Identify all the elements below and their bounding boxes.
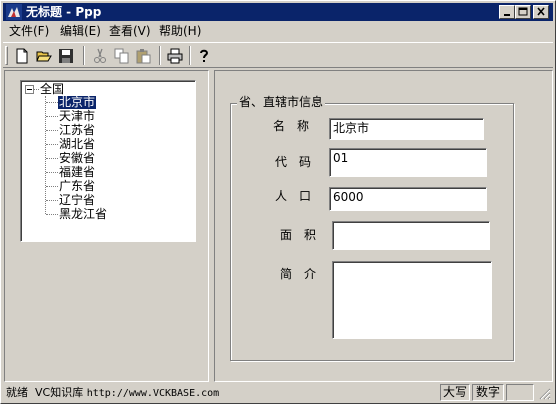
tree-item[interactable]: 安徽省 — [58, 152, 96, 165]
tree-item[interactable]: 北京市 — [58, 96, 97, 109]
print-button[interactable] — [165, 46, 185, 65]
toolbar-separator — [83, 46, 85, 65]
print-icon — [167, 48, 183, 64]
menu-edit[interactable]: 编辑(E) — [60, 24, 101, 39]
status-ready: 就绪 — [6, 386, 28, 399]
help-button[interactable] — [194, 46, 214, 65]
groupbox-title: 省、直辖市信息 — [237, 95, 326, 109]
tree-connector — [46, 200, 58, 201]
tree-connector — [46, 214, 58, 215]
tree-connector — [46, 116, 58, 117]
title-bar[interactable]: 无标题 - Ppp — [3, 3, 553, 21]
left-pane: 全国 北京市 天津市 江苏省 湖北省 安徽省 福建省 广东省 辽宁省 黑龙江省 — [4, 70, 209, 382]
tree-item[interactable]: 福建省 — [58, 166, 96, 179]
paste-icon — [136, 49, 151, 64]
help-icon — [200, 49, 209, 62]
save-icon — [59, 49, 73, 63]
status-info: VC知识库 — [35, 386, 84, 399]
tree-item[interactable]: 湖北省 — [58, 138, 96, 151]
new-file-icon — [16, 48, 28, 64]
tree-connector — [46, 158, 58, 159]
menu-bar: 文件(F) 编辑(E) 查看(V) 帮助(H) — [3, 22, 553, 41]
status-text: 就绪 VC知识库 http://www.VCKBASE.com — [6, 386, 219, 401]
toolbar-separator — [189, 46, 191, 65]
app-icon — [6, 4, 22, 20]
intro-field[interactable] — [332, 261, 492, 339]
copy-icon — [114, 48, 129, 64]
population-label: 人 口 — [275, 189, 312, 203]
app-window: 无标题 - Ppp 文件(F) 编辑(E) 查看(V) 帮助(H) 全国 北京市… — [0, 0, 556, 404]
num-indicator: 数字 — [472, 384, 504, 401]
cut-button[interactable] — [90, 46, 110, 65]
copy-button[interactable] — [112, 46, 132, 65]
tree-item[interactable]: 辽宁省 — [58, 194, 96, 207]
area-field[interactable] — [332, 221, 490, 250]
paste-button[interactable] — [134, 46, 154, 65]
new-button[interactable] — [12, 46, 32, 65]
tree-item[interactable]: 江苏省 — [58, 124, 96, 137]
name-label: 名 称 — [273, 119, 310, 133]
region-tree[interactable]: 全国 北京市 天津市 江苏省 湖北省 安徽省 福建省 广东省 辽宁省 黑龙江省 — [20, 80, 196, 242]
save-button[interactable] — [56, 46, 76, 65]
open-button[interactable] — [34, 46, 54, 65]
tree-item[interactable]: 天津市 — [58, 110, 96, 123]
minimize-button[interactable] — [499, 5, 515, 19]
status-url: http://www.VCKBASE.com — [86, 388, 220, 399]
resize-grip-icon[interactable] — [539, 388, 551, 400]
code-field[interactable]: 01 — [329, 148, 487, 177]
caps-indicator: 大写 — [440, 384, 470, 401]
scroll-indicator — [506, 384, 534, 401]
menu-view[interactable]: 查看(V) — [109, 24, 151, 39]
tree-connector — [46, 144, 58, 145]
tree-collapse-icon[interactable] — [25, 85, 34, 94]
maximize-icon — [518, 7, 528, 16]
maximize-button[interactable] — [515, 5, 531, 19]
tree-connector — [46, 172, 58, 173]
window-title: 无标题 - Ppp — [26, 5, 102, 19]
toolbar — [3, 42, 553, 68]
status-bar: 就绪 VC知识库 http://www.VCKBASE.com 大写 数字 — [3, 383, 553, 402]
open-folder-icon — [36, 51, 52, 62]
tree-connector — [45, 96, 46, 214]
tree-item[interactable]: 广东省 — [58, 180, 96, 193]
right-pane: 省、直辖市信息 名 称 北京市 代 码 01 人 口 6000 面 积 简 介 — [214, 70, 553, 382]
name-field[interactable]: 北京市 — [329, 118, 484, 140]
toolbar-grip[interactable] — [5, 46, 8, 65]
intro-label: 简 介 — [280, 267, 317, 281]
cut-icon — [94, 48, 106, 63]
tree-connector — [46, 130, 58, 131]
area-label: 面 积 — [280, 228, 317, 242]
close-icon — [537, 7, 545, 16]
menu-help[interactable]: 帮助(H) — [159, 24, 201, 39]
tree-connector — [46, 186, 58, 187]
tree-item[interactable]: 黑龙江省 — [58, 208, 108, 221]
population-field[interactable]: 6000 — [329, 187, 487, 211]
menu-file[interactable]: 文件(F) — [9, 24, 49, 39]
toolbar-separator — [159, 46, 161, 65]
close-button[interactable] — [533, 5, 549, 19]
minimize-icon — [504, 14, 510, 16]
code-label: 代 码 — [275, 155, 312, 169]
tree-connector — [46, 102, 58, 103]
tree-connector — [34, 89, 39, 90]
